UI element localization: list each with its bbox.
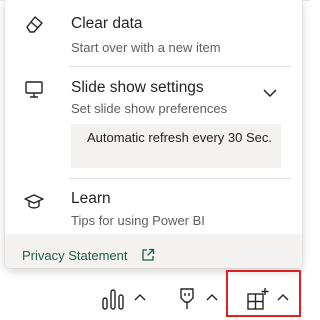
graduation-cap-icon — [24, 194, 44, 209]
learn-description: Tips for using Power BI — [71, 213, 205, 228]
flyout-footer: Privacy Statement — [5, 234, 302, 268]
plug-toolbar-button[interactable] — [172, 284, 228, 314]
menu-item-learn[interactable]: Learn Tips for using Power BI — [5, 178, 302, 234]
settings-flyout: Clear data Start over with a new item Sl… — [5, 0, 302, 268]
slide-show-description: Set slide show preferences — [71, 101, 228, 116]
menu-item-clear-data[interactable]: Clear data Start over with a new item — [5, 0, 302, 66]
chart-toolbar-button[interactable] — [98, 284, 154, 314]
monitor-icon — [25, 81, 43, 98]
clear-data-description: Start over with a new item — [71, 40, 221, 55]
refresh-option[interactable]: Automatic refresh every 30 Sec. — [71, 124, 281, 168]
highlight-box — [226, 270, 301, 317]
eraser-icon — [26, 16, 43, 33]
chevron-up-icon — [134, 294, 146, 301]
privacy-statement-link[interactable]: Privacy Statement — [22, 248, 128, 263]
external-link-icon[interactable] — [141, 248, 155, 262]
chevron-up-icon — [206, 294, 218, 301]
slide-show-title: Slide show settings — [71, 79, 204, 96]
chevron-down-icon[interactable] — [259, 85, 281, 101]
plug-icon — [180, 288, 194, 309]
learn-title: Learn — [71, 190, 111, 207]
chart-icon — [102, 289, 124, 310]
clear-data-title: Clear data — [71, 15, 143, 32]
